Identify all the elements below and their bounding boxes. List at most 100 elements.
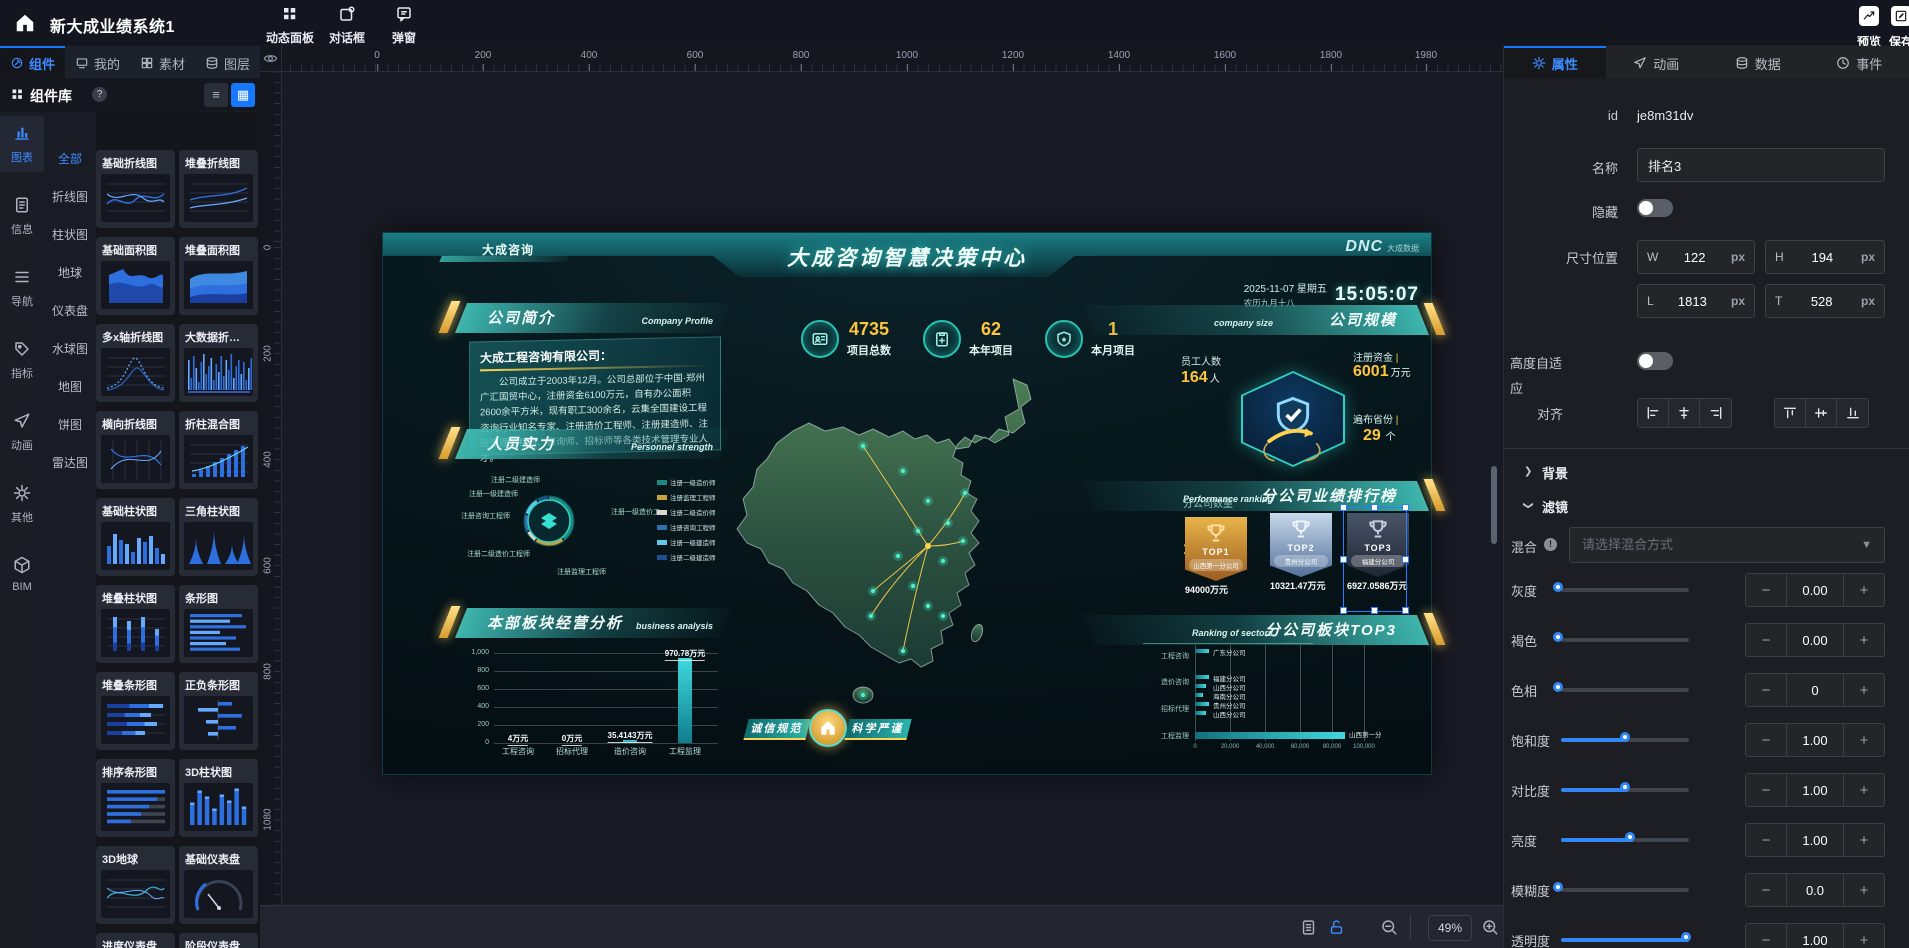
component-card-3D柱状图[interactable]: 3D柱状图 (179, 759, 258, 837)
selection-handle[interactable] (1402, 556, 1409, 563)
increment-button[interactable]: + (1844, 924, 1884, 948)
top-field[interactable]: T528px (1765, 284, 1885, 318)
align-ch-button[interactable] (1669, 399, 1700, 427)
tool-动态面板[interactable]: 动态面板 (262, 5, 318, 46)
component-card-堆叠面积图[interactable]: 堆叠面积图 (179, 237, 258, 315)
selection-handle[interactable] (1340, 556, 1347, 563)
slider-模糊度[interactable] (1561, 888, 1689, 892)
selection-handle[interactable] (1371, 607, 1378, 614)
component-card-折柱混合图[interactable]: 折柱混合图 (179, 411, 258, 489)
tab-图层[interactable]: 图层 (195, 46, 260, 78)
component-card-堆叠条形图[interactable]: 堆叠条形图 (96, 672, 175, 750)
decrement-button[interactable]: − (1746, 724, 1786, 756)
subcat-柱状图[interactable]: 柱状图 (44, 226, 96, 246)
tool-弹窗[interactable]: 弹窗 (376, 5, 432, 46)
align-bottom-button[interactable] (1837, 399, 1868, 427)
tab-我的[interactable]: 我的 (65, 46, 130, 78)
subcat-全部[interactable]: 全部 (44, 150, 96, 170)
increment-button[interactable]: + (1844, 724, 1884, 756)
save-button[interactable]: 保存 (1884, 6, 1909, 50)
component-card-基础柱状图[interactable]: 基础柱状图 (96, 498, 175, 576)
selection-handle[interactable] (1402, 607, 1409, 614)
decrement-button[interactable]: − (1746, 874, 1786, 906)
slider-亮度[interactable] (1561, 838, 1689, 842)
selection-handle[interactable] (1371, 504, 1378, 511)
slider-饱和度[interactable] (1561, 738, 1689, 742)
vertical-scrollbar[interactable] (1491, 466, 1497, 544)
outline-icon[interactable] (1300, 917, 1317, 938)
component-card-阶段仪表盘[interactable]: 阶段仪表盘 (179, 933, 258, 948)
list-view-button[interactable]: ≡ (204, 83, 228, 107)
selection-handle[interactable] (1402, 504, 1409, 511)
increment-button[interactable]: + (1844, 574, 1884, 606)
zoom-level[interactable]: 49% (1428, 915, 1472, 941)
subcat-仪表盘[interactable]: 仪表盘 (44, 302, 96, 322)
hide-toggle[interactable] (1637, 199, 1673, 217)
rail-item-图表[interactable]: 图表 (0, 116, 44, 172)
component-card-堆叠柱状图[interactable]: 堆叠柱状图 (96, 585, 175, 663)
rail-item-导航[interactable]: 导航 (0, 260, 44, 316)
slider-褐色[interactable] (1561, 638, 1689, 642)
filter-section[interactable]: ❯滤镜 (1504, 496, 1909, 518)
name-input[interactable] (1637, 148, 1885, 182)
component-card-排序条形图[interactable]: 排序条形图 (96, 759, 175, 837)
decrement-button[interactable]: − (1746, 824, 1786, 856)
width-field[interactable]: W122px (1637, 240, 1755, 274)
tab-属性[interactable]: 属性 (1504, 46, 1606, 78)
selection-handle[interactable] (1340, 504, 1347, 511)
component-card-多x轴折线图[interactable]: 多x轴折线图 (96, 324, 175, 402)
ranking-card-TOP1[interactable]: TOP1山西第一分公司94000万元 (1185, 517, 1247, 596)
tab-数据[interactable]: 数据 (1707, 46, 1809, 78)
decrement-button[interactable]: − (1746, 774, 1786, 806)
subcat-地球[interactable]: 地球 (44, 264, 96, 284)
grid-view-button[interactable]: ▦ (231, 83, 255, 107)
decrement-button[interactable]: − (1746, 574, 1786, 606)
subcat-折线图[interactable]: 折线图 (44, 188, 96, 208)
component-card-基础仪表盘[interactable]: 基础仪表盘 (179, 846, 258, 924)
component-card-正负条形图[interactable]: 正负条形图 (179, 672, 258, 750)
component-card-条形图[interactable]: 条形图 (179, 585, 258, 663)
auto-height-toggle[interactable] (1637, 352, 1673, 370)
tab-组件[interactable]: 组件 (0, 46, 65, 78)
component-card-3D地球[interactable]: 3D地球 (96, 846, 175, 924)
increment-button[interactable]: + (1844, 674, 1884, 706)
subcat-饼图[interactable]: 饼图 (44, 416, 96, 436)
component-card-基础面积图[interactable]: 基础面积图 (96, 237, 175, 315)
tool-对话框[interactable]: 对话框 (319, 5, 375, 46)
dashboard-preview[interactable]: 大成咨询 大成咨询智慧决策中心 DNC 大成数据 2025-11-07 星期五 … (382, 232, 1432, 775)
align-left-button[interactable] (1638, 399, 1669, 427)
help-icon[interactable]: ? (92, 87, 107, 102)
subcat-地图[interactable]: 地图 (44, 378, 96, 398)
rail-item-其他[interactable]: 其他 (0, 476, 44, 532)
align-right-button[interactable] (1700, 399, 1731, 427)
zoom-in-icon[interactable] (1481, 918, 1499, 936)
decrement-button[interactable]: − (1746, 924, 1786, 948)
slider-色相[interactable] (1561, 688, 1689, 692)
increment-button[interactable]: + (1844, 874, 1884, 906)
subcat-雷达图[interactable]: 雷达图 (44, 454, 96, 474)
component-card-堆叠折线图[interactable]: 堆叠折线图 (179, 150, 258, 228)
tab-动画[interactable]: 动画 (1606, 46, 1708, 78)
selection-box[interactable] (1343, 507, 1407, 612)
ranking-card-TOP2[interactable]: TOP2贵州分公司10321.47万元 (1270, 513, 1332, 592)
increment-button[interactable]: + (1844, 624, 1884, 656)
slider-灰度[interactable] (1561, 588, 1689, 592)
decrement-button[interactable]: − (1746, 674, 1786, 706)
preview-button[interactable]: 预览 (1852, 6, 1886, 50)
component-card-进度仪表盘[interactable]: 进度仪表盘50% (96, 933, 175, 948)
unlock-icon[interactable] (1328, 918, 1345, 937)
zoom-out-icon[interactable] (1380, 918, 1398, 936)
component-card-基础折线图[interactable]: 基础折线图 (96, 150, 175, 228)
slider-对比度[interactable] (1561, 788, 1689, 792)
canvas[interactable]: 0200400600800100012001400160018001980 02… (260, 46, 1503, 948)
slider-透明度[interactable] (1561, 938, 1689, 942)
rail-item-BIM[interactable]: BIM (0, 548, 44, 604)
rail-item-动画[interactable]: 动画 (0, 404, 44, 460)
rail-item-指标[interactable]: 指标 (0, 332, 44, 388)
home-icon[interactable] (14, 12, 36, 34)
component-card-横向折线图[interactable]: 横向折线图 (96, 411, 175, 489)
increment-button[interactable]: + (1844, 824, 1884, 856)
background-section[interactable]: ❯背景 (1504, 462, 1909, 484)
align-cv-button[interactable] (1806, 399, 1837, 427)
tab-素材[interactable]: 素材 (130, 46, 195, 78)
